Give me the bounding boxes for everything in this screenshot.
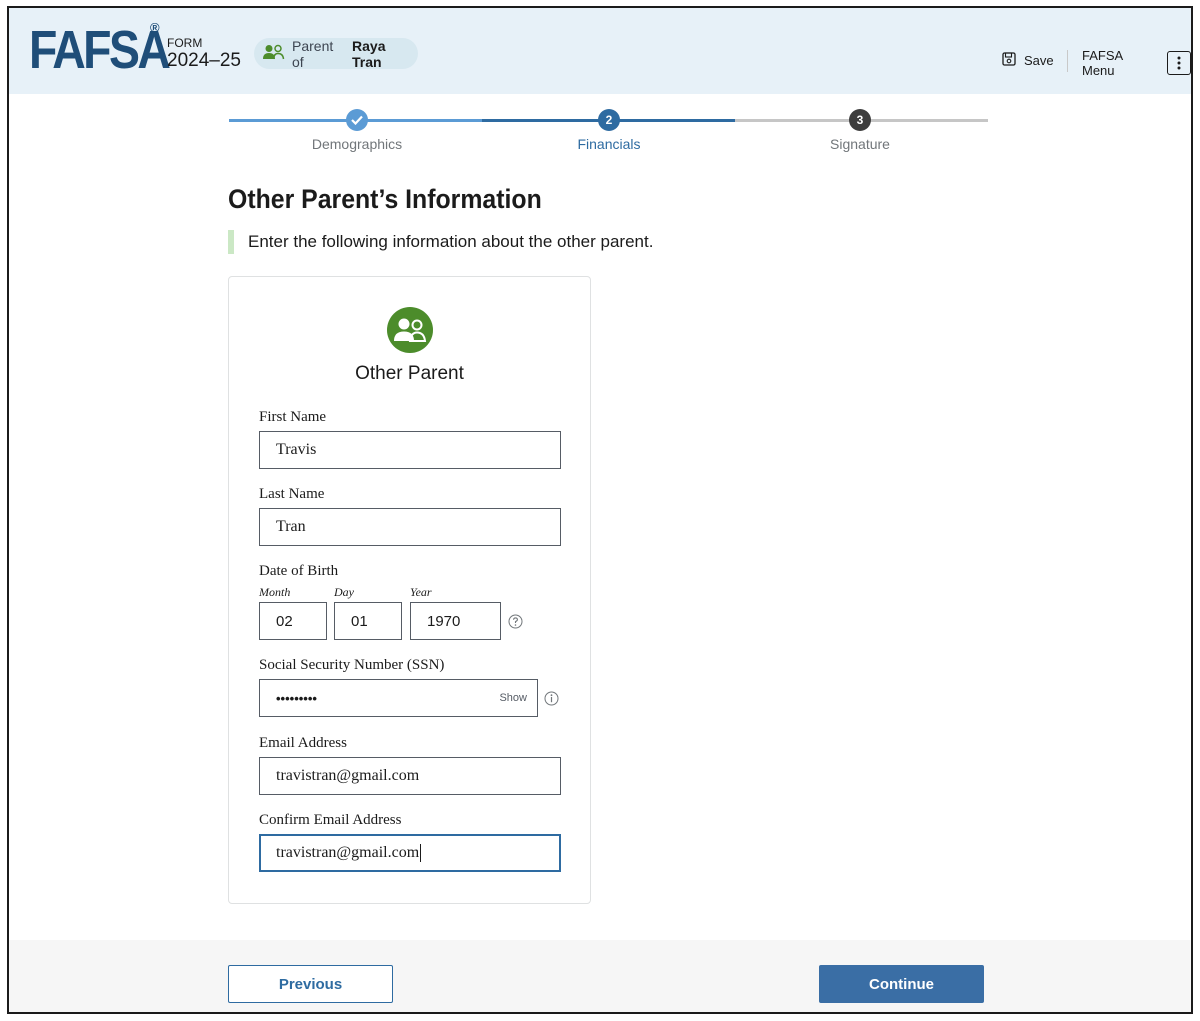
step-label-financials: Financials (577, 136, 641, 152)
email-value: travistran@gmail.com (276, 767, 420, 784)
fafsa-logo[interactable]: FAFSA (29, 20, 171, 80)
fafsa-menu-button[interactable]: FAFSA Menu (1082, 48, 1191, 78)
dob-label: Date of Birth (259, 563, 339, 579)
ssn-show-toggle[interactable]: Show (499, 692, 527, 704)
kebab-menu-icon (1167, 51, 1191, 75)
registered-mark: ® (150, 20, 160, 35)
other-parent-card: Other Parent First Name Travis Last Name… (228, 276, 591, 904)
dob-year-label: Year (410, 585, 432, 599)
confirm-email-label: Confirm Email Address (259, 812, 402, 828)
first-name-label: First Name (259, 409, 327, 425)
intro-text: Enter the following information about th… (228, 230, 653, 254)
role-name: Raya Tran (352, 37, 386, 70)
menu-label: FAFSA Menu (1082, 48, 1123, 78)
step-2-number: 2 (598, 109, 620, 131)
dob-month-input[interactable]: 02 (259, 602, 327, 640)
save-label: Save (1024, 53, 1054, 68)
step-3-number: 3 (849, 109, 871, 131)
app-window: FAFSA ® FORM 2024–25 Parent of Raya Tran (7, 6, 1193, 1014)
last-name-value: Tran (276, 518, 306, 535)
previous-button[interactable]: Previous (228, 965, 393, 1003)
card-title: Other Parent (355, 363, 464, 384)
step-1-complete-icon (346, 109, 368, 131)
ssn-masked-value: ••••••••• (276, 690, 317, 706)
ssn-input[interactable]: ••••••••• Show (259, 679, 538, 717)
text-caret (420, 844, 422, 862)
info-icon[interactable] (544, 691, 559, 711)
dob-month-label: Month (259, 585, 291, 599)
dob-year-value: 1970 (427, 612, 461, 630)
continue-button[interactable]: Continue (819, 965, 984, 1003)
footer-bar (9, 940, 1191, 1012)
dob-day-input[interactable]: 01 (334, 602, 402, 640)
step-label-signature: Signature (830, 136, 890, 152)
dob-day-value: 01 (351, 612, 368, 630)
last-name-label: Last Name (259, 486, 325, 502)
question-help-icon[interactable] (508, 614, 523, 634)
header-divider (1067, 50, 1068, 72)
email-input[interactable]: travistran@gmail.com (259, 757, 561, 795)
parents-icon (387, 307, 433, 353)
confirm-email-input[interactable]: travistran@gmail.com (259, 834, 561, 872)
parents-icon (263, 44, 285, 63)
page-title: Other Parent’s Information (228, 184, 542, 214)
first-name-input[interactable]: Travis (259, 431, 561, 469)
header: FAFSA ® FORM 2024–25 Parent of Raya Tran (9, 8, 1191, 94)
dob-day-label: Day (334, 585, 354, 599)
floppy-disk-icon (1002, 52, 1016, 69)
form-year: 2024–25 (167, 50, 241, 71)
email-label: Email Address (259, 735, 347, 751)
ssn-label: Social Security Number (SSN) (259, 657, 445, 673)
confirm-email-value: travistran@gmail.com (276, 844, 420, 861)
role-badge: Parent of Raya Tran (254, 37, 418, 70)
first-name-value: Travis (276, 441, 317, 458)
form-label: FORM (167, 36, 203, 50)
step-label-demographics: Demographics (311, 136, 403, 152)
progress-stepper: 2 3 Demographics Financials Signature (229, 108, 989, 168)
role-prefix: Parent of (292, 37, 334, 70)
dob-month-value: 02 (276, 612, 293, 630)
last-name-input[interactable]: Tran (259, 508, 561, 546)
save-button[interactable]: Save (1002, 52, 1054, 69)
dob-year-input[interactable]: 1970 (410, 602, 501, 640)
